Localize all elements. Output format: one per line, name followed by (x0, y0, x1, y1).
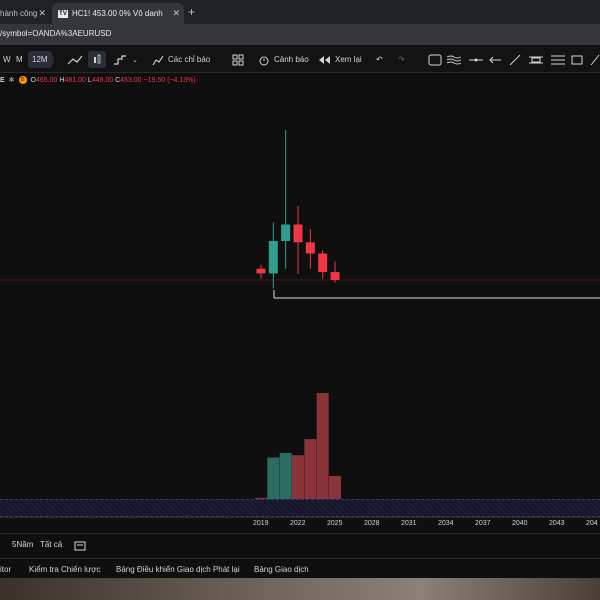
replay-button[interactable]: Xem lại (335, 47, 362, 72)
parallel-channel-icon[interactable] (528, 47, 544, 72)
alarm-clock-icon[interactable] (258, 47, 270, 72)
candle-series (256, 130, 340, 289)
line-chart-icon[interactable] (66, 47, 84, 72)
candle-chart-icon[interactable] (88, 51, 106, 68)
tab-pine-editor[interactable]: itor (0, 565, 11, 574)
indicators-button[interactable]: Các chỉ báo (168, 47, 210, 72)
volume-series (255, 393, 341, 499)
drawing-waves-icon[interactable] (446, 47, 462, 72)
tab-strategy-tester[interactable]: Kiểm tra Chiến lược (29, 565, 101, 574)
candle-body (330, 272, 340, 280)
bar-type-icon[interactable] (112, 47, 128, 72)
interval-12m-button[interactable]: 12M (28, 51, 52, 68)
chart-toolbar: W M 12M | ⌄ Các chỉ báo Cảnh báo Xem lại… (0, 47, 600, 73)
range-5y-button[interactable]: 5Năm (12, 540, 33, 549)
goto-date-icon[interactable] (74, 540, 86, 553)
x-tick: 2028 (364, 520, 380, 527)
range-all-button[interactable]: Tất cả (40, 540, 62, 549)
bottom-panel-tabs: itor Kiểm tra Chiến lược Bảng Điều khiển… (0, 558, 600, 579)
price-chart[interactable] (0, 72, 600, 532)
candle-body (268, 241, 278, 274)
volume-pane-separator (0, 499, 600, 517)
volume-bar (329, 475, 341, 499)
close-icon[interactable]: ✕ (172, 8, 180, 19)
x-tick: 2019 (253, 520, 269, 527)
replay-icon[interactable] (318, 47, 332, 72)
trend-line-icon[interactable] (508, 47, 522, 72)
chevron-down-icon[interactable]: ⌄ (132, 47, 138, 72)
axis-border (0, 517, 600, 518)
range-selector: 5Năm Tất cả (0, 533, 600, 556)
hline-icon[interactable] (468, 47, 484, 72)
candle-body (281, 224, 291, 242)
alert-button[interactable]: Cảnh báo (274, 47, 309, 72)
volume-bar (304, 439, 317, 499)
interval-w-button[interactable]: W (3, 47, 11, 72)
browser-tab-1[interactable]: hành công ✕ (0, 3, 50, 24)
candle-body (318, 253, 328, 273)
x-tick: 2040 (512, 520, 528, 527)
address-bar[interactable]: /symbol=OANDA%3AEURUSD (0, 24, 600, 45)
tradingview-icon: TV (58, 9, 68, 18)
undo-icon[interactable]: ↶ (376, 47, 383, 72)
tab-replay-panel[interactable]: Bảng Điều khiển Giao dịch Phát lại (116, 565, 240, 574)
x-tick: 2022 (290, 520, 306, 527)
new-tab-button[interactable]: + (188, 5, 195, 19)
volume-bar (292, 455, 304, 499)
x-tick: 2037 (475, 520, 491, 527)
volume-bar (279, 452, 292, 499)
volume-bar (316, 393, 329, 499)
interval-m-button[interactable]: M (16, 47, 23, 72)
x-tick: 2031 (401, 520, 417, 527)
candle-body (256, 268, 266, 274)
tab-title: hành công (0, 9, 38, 18)
tab-trading-panel[interactable]: Bảng Giao dịch (254, 565, 309, 574)
x-tick: 2025 (327, 520, 343, 527)
candle-body (293, 224, 303, 243)
time-axis[interactable]: 2019 2022 2025 2028 2031 2034 2037 2040 … (0, 520, 600, 532)
url-text: /symbol=OANDA%3AEURUSD (0, 29, 112, 38)
x-tick: 204 (586, 520, 598, 527)
arrow-left-icon[interactable] (488, 47, 502, 72)
x-tick: 2034 (438, 520, 454, 527)
volume-bar (267, 457, 280, 499)
redo-icon[interactable]: ↷ (398, 47, 405, 72)
fib-icon[interactable] (550, 47, 566, 72)
fullscreen-icon[interactable] (428, 47, 442, 72)
tab-title: HC1! 453.00 0% Vô danh (72, 9, 163, 18)
close-icon[interactable]: ✕ (38, 8, 46, 19)
browser-tab-bar: hành công ✕ TV HC1! 453.00 0% Vô danh ✕ … (0, 0, 600, 24)
candle-body (305, 242, 315, 254)
rectangle-icon[interactable] (570, 47, 584, 72)
browser-tab-2[interactable]: TV HC1! 453.00 0% Vô danh ✕ (52, 3, 184, 24)
desktop-taskbar (0, 578, 600, 600)
layout-grid-icon[interactable] (232, 47, 244, 72)
x-tick: 2043 (549, 520, 565, 527)
pen-icon[interactable] (590, 47, 600, 72)
indicators-icon[interactable] (152, 47, 164, 72)
separator: | (52, 55, 55, 64)
